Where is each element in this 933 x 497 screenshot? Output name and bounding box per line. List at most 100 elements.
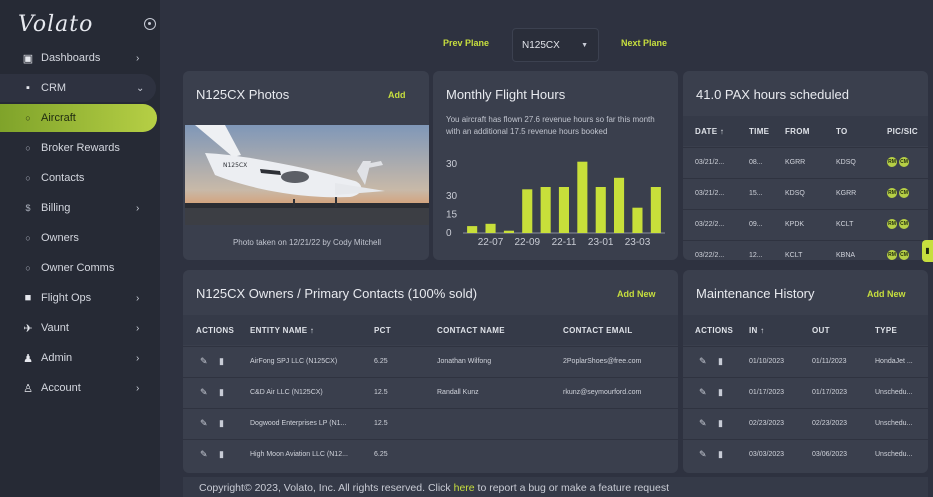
trash-icon[interactable]: ▮ xyxy=(219,418,224,429)
edit-icon[interactable]: ✎ xyxy=(699,387,707,398)
add-photo-button[interactable]: Add xyxy=(388,90,406,100)
table-row[interactable]: 03/21/2... 08... KGRR KDSQ RM CM xyxy=(683,147,928,178)
edit-icon[interactable]: ✎ xyxy=(200,418,208,429)
plane-select[interactable]: N125CX ▼ xyxy=(512,28,599,62)
edit-icon[interactable]: ✎ xyxy=(699,418,707,429)
bar-23-01[interactable] xyxy=(595,187,606,233)
sic-avatar[interactable]: CM xyxy=(899,157,909,167)
trash-icon[interactable]: ▮ xyxy=(718,387,723,398)
pic-avatar[interactable]: RM xyxy=(887,157,897,167)
sidebar-item-aircraft[interactable]: ○ Aircraft xyxy=(0,104,157,132)
table-row[interactable]: ✎ ▮ High Moon Aviation LLC (N12... 6.25 xyxy=(183,439,678,470)
trash-icon[interactable]: ▮ xyxy=(718,449,723,460)
table-row[interactable]: 03/21/2... 15... KDSQ KGRR RM CM xyxy=(683,178,928,209)
edit-icon[interactable]: ✎ xyxy=(200,356,208,367)
col-out[interactable]: OUT xyxy=(812,326,830,335)
cell-date: 03/21/2... xyxy=(695,190,725,197)
col-to[interactable]: TO xyxy=(836,127,848,136)
user-icon: ♙ xyxy=(23,382,33,395)
col-in[interactable]: IN ↑ xyxy=(749,326,764,335)
cell-to: KCLT xyxy=(836,221,854,228)
sidebar: Volato ▣ Dashboards › ▪ CRM ⌄ ○ Aircraft… xyxy=(0,0,160,497)
sidebar-item-vaunt[interactable]: ✈ Vaunt › xyxy=(0,314,160,342)
pic-avatar[interactable]: RM xyxy=(887,250,897,260)
next-plane-link[interactable]: Next Plane xyxy=(621,38,667,48)
add-maintenance-button[interactable]: Add New xyxy=(867,289,906,299)
col-from[interactable]: FROM xyxy=(785,127,810,136)
cell-type: Unschedu... xyxy=(875,451,913,458)
table-row[interactable]: ✎ ▮ 01/17/2023 01/17/2023 Unschedu... xyxy=(683,377,928,408)
bar-23-02[interactable] xyxy=(614,177,625,233)
sidebar-item-crm[interactable]: ▪ CRM ⌄ xyxy=(0,74,156,102)
report-bug-link[interactable]: here xyxy=(454,482,475,494)
sidebar-item-flight-ops[interactable]: ■ Flight Ops › xyxy=(0,284,160,312)
col-time[interactable]: TIME xyxy=(749,127,769,136)
table-row[interactable]: ✎ ▮ AirFong SPJ LLC (N125CX) 6.25 Jonathan W… xyxy=(183,346,678,377)
sidebar-item-owner-comms[interactable]: ○ Owner Comms xyxy=(0,254,160,282)
edit-icon[interactable]: ✎ xyxy=(200,449,208,460)
col-contact-name[interactable]: CONTACT NAME xyxy=(437,326,505,335)
edit-icon[interactable]: ✎ xyxy=(699,449,707,460)
sidebar-collapse-icon[interactable] xyxy=(144,18,156,30)
table-row[interactable]: ✎ ▮ 03/03/2023 03/06/2023 Unschedu... xyxy=(683,439,928,470)
sidebar-item-billing[interactable]: $ Billing › xyxy=(0,194,160,222)
sic-avatar[interactable]: CM xyxy=(899,219,909,229)
trash-icon[interactable]: ▮ xyxy=(219,449,224,460)
sidebar-item-admin[interactable]: ♟ Admin › xyxy=(0,344,160,372)
table-row[interactable]: ✎ ▮ C&D Air LLC (N125CX) 12.5 Randall Kunz rk… xyxy=(183,377,678,408)
cell-time: 09... xyxy=(749,221,763,228)
pic-avatar[interactable]: RM xyxy=(887,219,897,229)
table-row[interactable]: 03/22/2... 09... KPDK KCLT RM CM xyxy=(683,209,928,240)
sidebar-item-dashboards[interactable]: ▣ Dashboards › xyxy=(0,44,160,72)
sidebar-item-label: Admin xyxy=(41,352,73,364)
table-row[interactable]: ✎ ▮ 02/23/2023 02/23/2023 Unschedu... xyxy=(683,408,928,439)
table-row[interactable]: ✎ ▮ Dogwood Enterprises LP (N1... 12.5 xyxy=(183,408,678,439)
bar-22-10[interactable] xyxy=(540,187,551,233)
table-row[interactable]: ✎ ▮ 01/10/2023 01/11/2023 HondaJet ... xyxy=(683,346,928,377)
pic-avatar[interactable]: RM xyxy=(887,188,897,198)
cell-in: 03/03/2023 xyxy=(749,451,785,458)
bar-22-06[interactable] xyxy=(467,226,478,233)
col-pct[interactable]: PCT xyxy=(374,326,391,335)
add-owner-button[interactable]: Add New xyxy=(617,289,656,299)
table-row[interactable]: 03/22/2... 12... KCLT KBNA RM CM xyxy=(683,240,928,260)
bar-22-09[interactable] xyxy=(522,189,533,233)
svg-text:N125CX: N125CX xyxy=(223,162,247,169)
prev-plane-link[interactable]: Prev Plane xyxy=(443,38,489,48)
sidebar-item-label: Contacts xyxy=(41,172,85,184)
cell-email: 2PoplarShoes@free.com xyxy=(563,358,642,365)
side-panel-tab-icon[interactable]: ▮ xyxy=(922,240,933,262)
col-type[interactable]: TYPE xyxy=(875,326,897,335)
cell-out: 03/06/2023 xyxy=(812,451,848,458)
edit-icon[interactable]: ✎ xyxy=(200,387,208,398)
col-entity-name[interactable]: ENTITY NAME ↑ xyxy=(250,326,314,335)
bar-22-11[interactable] xyxy=(558,187,569,233)
photo-caption: Photo taken on 12/21/22 by Cody Mitchell xyxy=(232,238,382,247)
maintenance-card: Maintenance History Add New ACTIONS IN ↑… xyxy=(683,270,928,473)
trash-icon[interactable]: ▮ xyxy=(219,387,224,398)
trash-icon[interactable]: ▮ xyxy=(718,356,723,367)
cell-pct: 6.25 xyxy=(374,451,388,458)
bar-22-08[interactable] xyxy=(503,230,514,233)
cell-date: 03/22/2... xyxy=(695,221,725,228)
trash-icon[interactable]: ▮ xyxy=(219,356,224,367)
col-date[interactable]: DATE ↑ xyxy=(695,127,724,136)
flight-hours-card: Monthly Flight Hours You aircraft has fl… xyxy=(433,71,678,260)
sidebar-item-broker-rewards[interactable]: ○ Broker Rewards xyxy=(0,134,160,162)
y-tick-label: 0 xyxy=(446,228,452,239)
col-contact-email[interactable]: CONTACT EMAIL xyxy=(563,326,633,335)
sic-avatar[interactable]: CM xyxy=(899,188,909,198)
sidebar-item-contacts[interactable]: ○ Contacts xyxy=(0,164,160,192)
edit-icon[interactable]: ✎ xyxy=(699,356,707,367)
cell-crew: RM CM xyxy=(887,157,911,167)
bar-22-07[interactable] xyxy=(485,223,496,233)
col-pic-sic[interactable]: PIC/SIC xyxy=(887,127,918,136)
trash-icon[interactable]: ▮ xyxy=(718,418,723,429)
sidebar-item-owners[interactable]: ○ Owners xyxy=(0,224,160,252)
sidebar-item-account[interactable]: ♙ Account › xyxy=(0,374,160,402)
cell-pct: 6.25 xyxy=(374,358,388,365)
bar-23-04[interactable] xyxy=(650,187,661,233)
bar-22-12[interactable] xyxy=(577,161,588,233)
bar-23-03[interactable] xyxy=(632,207,643,233)
sic-avatar[interactable]: CM xyxy=(899,250,909,260)
